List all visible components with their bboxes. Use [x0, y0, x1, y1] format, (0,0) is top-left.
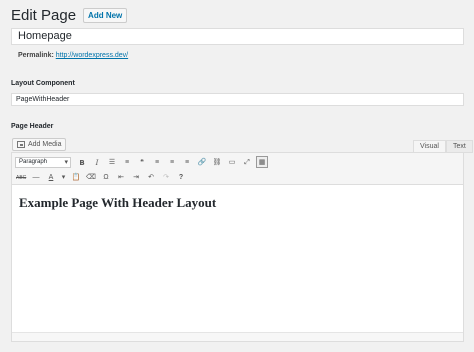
- read-more-icon[interactable]: ▭: [226, 156, 238, 168]
- format-select[interactable]: Paragraph: [15, 156, 71, 168]
- special-character-icon[interactable]: Ω: [100, 171, 112, 183]
- indent-icon[interactable]: ⇥: [130, 171, 142, 183]
- editor-status-bar: [12, 332, 463, 341]
- fullscreen-icon[interactable]: ⤢: [241, 156, 253, 168]
- strikethrough-icon[interactable]: ABC: [15, 171, 27, 183]
- add-media-icon: [17, 141, 25, 148]
- help-icon[interactable]: ?: [175, 171, 187, 183]
- align-left-icon[interactable]: ≡: [151, 156, 163, 168]
- italic-icon[interactable]: I: [91, 156, 103, 168]
- paste-as-text-icon[interactable]: 📋: [70, 171, 82, 183]
- layout-component-input[interactable]: PageWithHeader: [11, 93, 464, 106]
- text-color-dropdown-icon[interactable]: ▾: [60, 171, 67, 183]
- clear-formatting-icon[interactable]: ⌫: [85, 171, 97, 183]
- toolbar-row-1: Paragraph B I ☰ ≡ ❝ ≡ ≡ ≡ 🔗 ⛓ ▭ ⤢ ▦: [15, 155, 268, 169]
- numbered-list-icon[interactable]: ≡: [121, 156, 133, 168]
- bullet-list-icon[interactable]: ☰: [106, 156, 118, 168]
- redo-icon[interactable]: ↷: [160, 171, 172, 183]
- text-color-icon[interactable]: A: [45, 171, 57, 183]
- toolbar-row-2: ABC — A ▾ 📋 ⌫ Ω ⇤ ⇥ ↶ ↷ ?: [15, 170, 187, 184]
- permalink: Permalink: http://wordexpress.dev/: [18, 52, 128, 59]
- undo-icon[interactable]: ↶: [145, 171, 157, 183]
- align-right-icon[interactable]: ≡: [181, 156, 193, 168]
- content-heading: Example Page With Header Layout: [19, 195, 217, 210]
- align-center-icon[interactable]: ≡: [166, 156, 178, 168]
- link-icon[interactable]: 🔗: [196, 156, 208, 168]
- page-title: Edit Page: [11, 6, 77, 24]
- toolbar-toggle-icon[interactable]: ▦: [256, 156, 268, 168]
- rich-text-editor: Paragraph B I ☰ ≡ ❝ ≡ ≡ ≡ 🔗 ⛓ ▭ ⤢ ▦ ABC …: [11, 152, 464, 342]
- editor-content[interactable]: Example Page With Header Layout: [12, 185, 463, 221]
- permalink-label: Permalink:: [18, 52, 54, 59]
- outdent-icon[interactable]: ⇤: [115, 171, 127, 183]
- layout-component-label: Layout Component: [11, 80, 75, 87]
- add-media-label: Add Media: [28, 141, 62, 148]
- horizontal-line-icon[interactable]: —: [30, 171, 42, 183]
- bold-icon[interactable]: B: [76, 156, 88, 168]
- page-header-label: Page Header: [11, 123, 54, 130]
- page-header-bar: Edit Page Add New: [11, 6, 128, 24]
- permalink-link[interactable]: http://wordexpress.dev/: [56, 52, 128, 59]
- unlink-icon[interactable]: ⛓: [211, 156, 223, 168]
- post-title-input[interactable]: Homepage: [11, 28, 464, 45]
- editor-toolbar: Paragraph B I ☰ ≡ ❝ ≡ ≡ ≡ 🔗 ⛓ ▭ ⤢ ▦ ABC …: [12, 153, 463, 185]
- blockquote-icon[interactable]: ❝: [136, 156, 148, 168]
- add-new-button[interactable]: Add New: [83, 7, 128, 23]
- add-media-button[interactable]: Add Media: [12, 138, 67, 151]
